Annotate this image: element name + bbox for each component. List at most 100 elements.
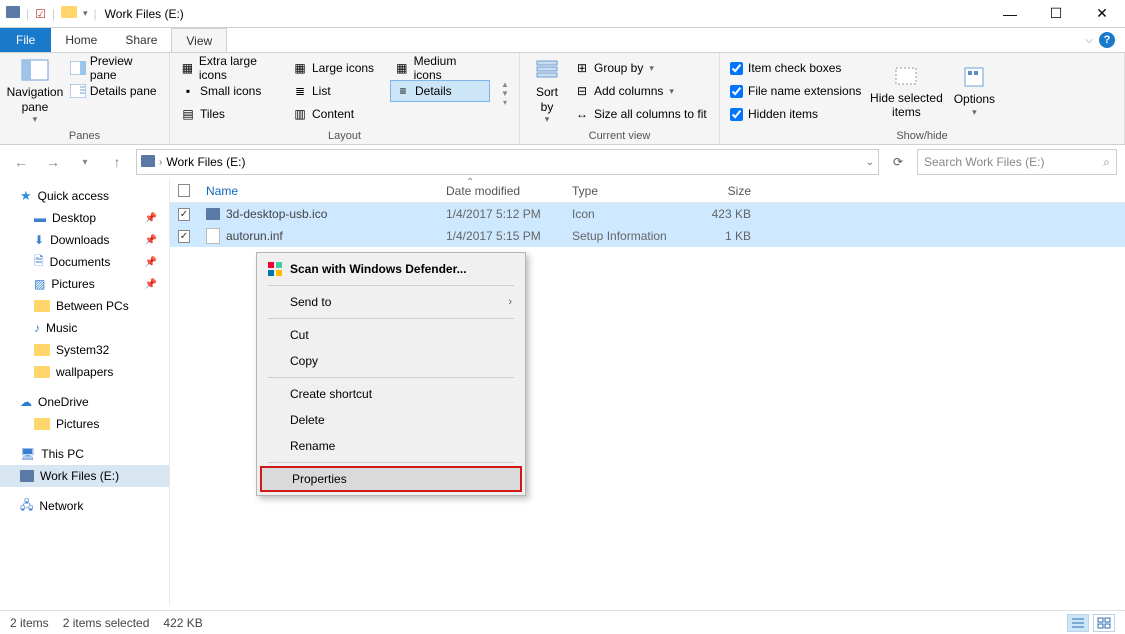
close-button[interactable]: ✕ [1079,0,1125,28]
search-box[interactable]: Search Work Files (E:) ⌕ [917,149,1117,175]
tab-file[interactable]: File [0,28,51,52]
hidden-items-toggle[interactable]: Hidden items [726,103,865,125]
navigation-pane-icon [21,59,49,81]
preview-pane-button[interactable]: Preview pane [66,57,163,79]
ribbon-group-panes: Navigation pane ▾ Preview pane Details p… [0,53,170,144]
nav-forward-button[interactable]: → [40,149,66,175]
layout-icon: ▤ [180,107,196,121]
view-details-toggle[interactable] [1067,614,1089,632]
layout-icon: ▪ [180,84,196,98]
layout-tiles[interactable]: ▤Tiles [176,103,286,125]
pc-icon: 🖥 [20,447,35,461]
address-dropdown-icon[interactable]: ⌄ [866,157,874,168]
file-date: 1/4/2017 5:12 PM [438,207,564,221]
nav-history-button[interactable]: ▾ [72,149,98,175]
tab-share[interactable]: Share [111,28,171,52]
sort-by-button[interactable]: Sort by ▾ [526,57,568,127]
address-path: Work Files (E:) [166,155,245,169]
layout-medium-icons[interactable]: ▦Medium icons [390,57,490,79]
sidebar-item-downloads[interactable]: ⬇Downloads📌 [0,229,169,251]
hide-selected-button[interactable]: Hide selected items [867,57,945,127]
view-thumbnails-toggle[interactable] [1093,614,1115,632]
ribbon-group-label: Layout [176,130,513,142]
qat-divider: | [94,7,97,21]
cm-cut[interactable]: Cut [260,322,522,348]
help-icon[interactable]: ? [1099,32,1115,48]
sort-indicator-icon: ⌃ [466,177,474,188]
ribbon-group-label: Panes [6,130,163,142]
sidebar-item-quick-access[interactable]: ★Quick access [0,185,169,207]
sidebar-item-work-files[interactable]: Work Files (E:) [0,465,169,487]
qat-folder-icon[interactable] [61,6,77,21]
chevron-down-icon: ▾ [33,114,38,125]
cm-scan-defender[interactable]: Scan with Windows Defender... [260,256,522,282]
tab-view[interactable]: View [171,28,227,52]
group-by-button[interactable]: ⊞Group by▾ [570,57,711,79]
music-icon: ♪ [34,321,40,335]
cm-send-to[interactable]: Send to› [260,289,522,315]
column-size[interactable]: Size [684,184,759,198]
onedrive-icon: ☁ [20,395,32,409]
main-area: ★Quick access ▬Desktop📌 ⬇Downloads📌 🗎Doc… [0,179,1125,605]
sidebar-item-pictures-od[interactable]: Pictures [0,413,169,435]
size-columns-button[interactable]: ↔Size all columns to fit [570,103,711,125]
hide-selected-icon [892,65,920,87]
sidebar-item-onedrive[interactable]: ☁OneDrive [0,391,169,413]
refresh-button[interactable]: ⟳ [885,149,911,175]
layout-icon: ▦ [292,61,308,75]
sidebar-item-system32[interactable]: System32 [0,339,169,361]
ribbon-collapse-icon[interactable]: ⌵ [1085,35,1093,46]
qat-dropdown-icon[interactable]: ▾ [83,8,88,19]
tab-home[interactable]: Home [51,28,111,52]
options-button[interactable]: Options ▾ [947,57,1001,127]
pin-icon: 📌 [145,213,157,224]
layout-small-icons[interactable]: ▪Small icons [176,80,286,102]
cm-properties[interactable]: Properties [260,466,522,492]
sidebar-item-desktop[interactable]: ▬Desktop📌 [0,207,169,229]
documents-icon: 🗎 [34,252,44,273]
options-icon [960,66,988,88]
nav-up-button[interactable]: ↑ [104,149,130,175]
nav-back-button[interactable]: ← [8,149,34,175]
layout-details[interactable]: ≡Details [390,80,490,102]
column-checkbox[interactable] [170,184,198,197]
sidebar-item-pictures[interactable]: ▨Pictures📌 [0,273,169,295]
column-type[interactable]: Type [564,184,684,198]
sidebar-item-music[interactable]: ♪Music [0,317,169,339]
column-name[interactable]: Name [198,184,438,198]
navigation-pane-button[interactable]: Navigation pane ▾ [6,57,64,127]
sidebar-item-this-pc[interactable]: 🖥This PC [0,443,169,465]
file-extensions-toggle[interactable]: File name extensions [726,80,865,102]
layout-large-icons[interactable]: ▦Large icons [288,57,388,79]
sort-by-icon [533,59,561,81]
size-columns-icon: ↔ [574,107,590,121]
layout-extra-large-icons[interactable]: ▦Extra large icons [176,57,286,79]
minimize-button[interactable]: — [987,0,1033,28]
sidebar-item-network[interactable]: 🖧Network [0,495,169,517]
cm-copy[interactable]: Copy [260,348,522,374]
address-bar[interactable]: › Work Files (E:) ⌄ [136,149,879,175]
details-pane-button[interactable]: Details pane [66,80,163,102]
cm-rename[interactable]: Rename [260,433,522,459]
table-row[interactable]: 3d-desktop-usb.ico 1/4/2017 5:12 PM Icon… [170,203,1125,225]
add-columns-button[interactable]: ⊟Add columns▾ [570,80,711,102]
cm-create-shortcut[interactable]: Create shortcut [260,381,522,407]
maximize-button[interactable]: ☐ [1033,0,1079,28]
sidebar-item-wallpapers[interactable]: wallpapers [0,361,169,383]
sidebar-item-documents[interactable]: 🗎Documents📌 [0,251,169,273]
column-date[interactable]: Date modified [438,184,564,198]
qat-checkbox-icon[interactable]: ☑ [35,7,46,21]
cm-delete[interactable]: Delete [260,407,522,433]
row-checkbox[interactable] [170,208,198,221]
layout-list[interactable]: ≣List [288,80,388,102]
sidebar-item-between-pcs[interactable]: Between PCs [0,295,169,317]
status-selection-size: 422 KB [163,616,202,630]
window-title: Work Files (E:) [105,7,184,21]
drive-icon [20,470,34,482]
folder-icon [34,418,50,430]
row-checkbox[interactable] [170,230,198,243]
table-row[interactable]: autorun.inf 1/4/2017 5:15 PM Setup Infor… [170,225,1125,247]
layout-scroll-icon[interactable]: ▲▼▾ [498,57,512,130]
layout-content[interactable]: ▥Content [288,103,388,125]
item-check-boxes-toggle[interactable]: Item check boxes [726,57,865,79]
